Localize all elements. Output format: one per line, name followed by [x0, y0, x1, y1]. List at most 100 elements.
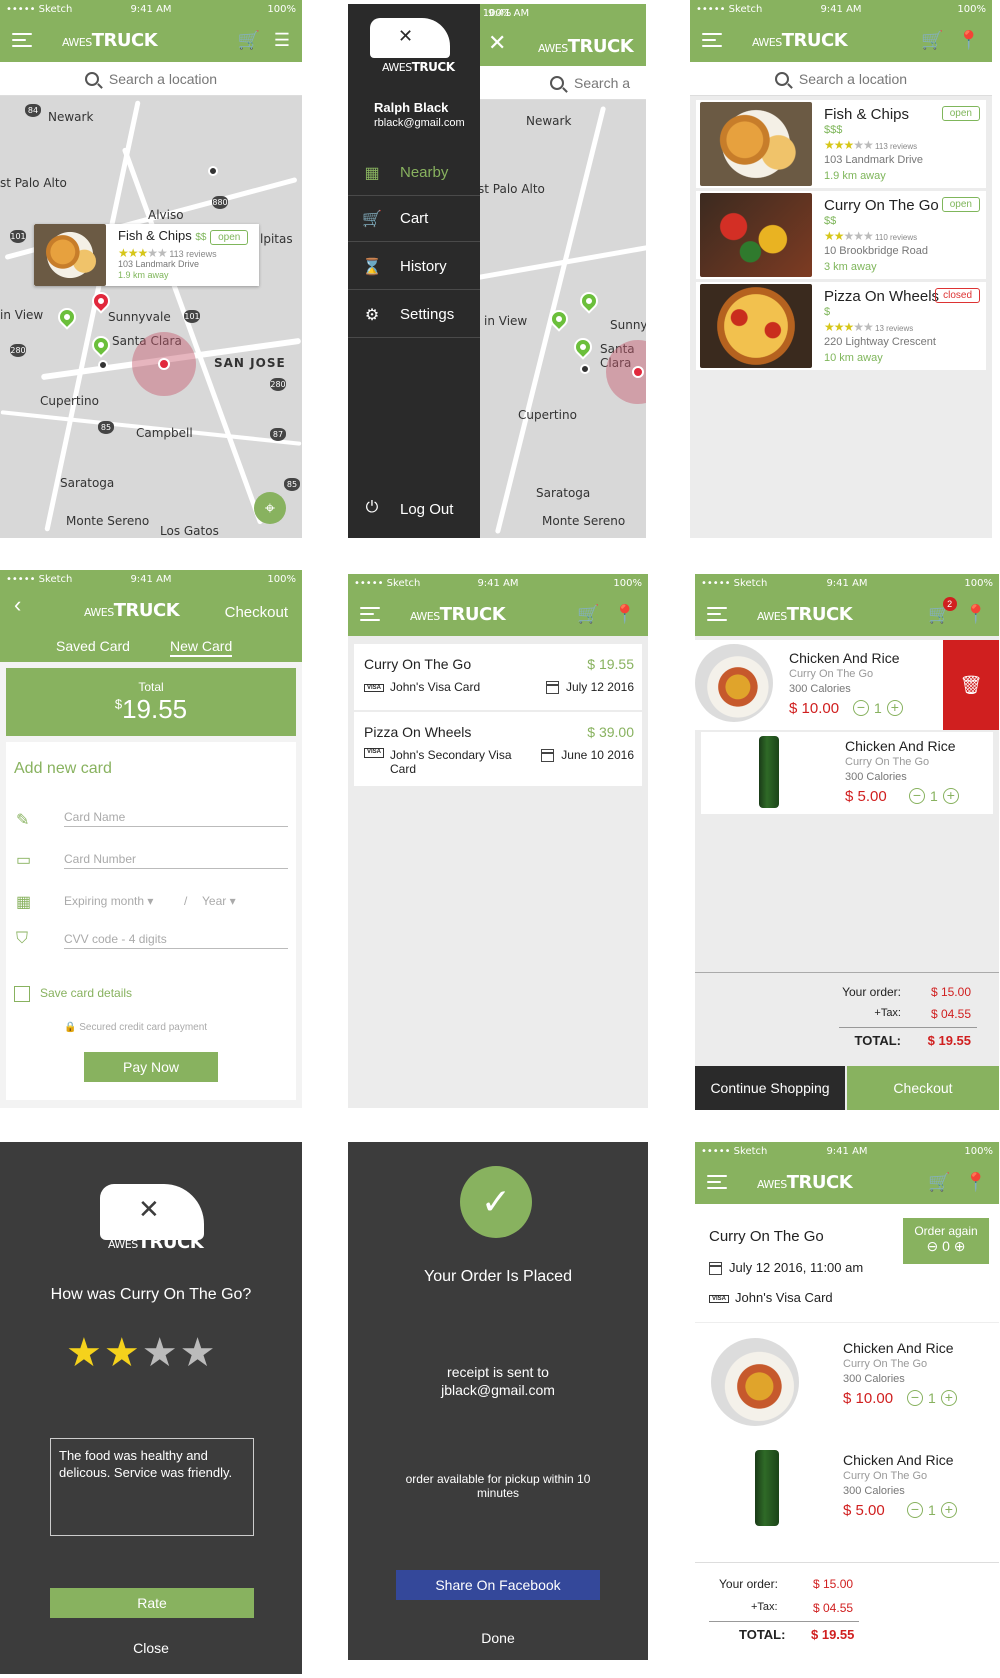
done-button[interactable]: Done	[348, 1630, 648, 1646]
list-view-icon[interactable]: ☰	[274, 31, 290, 49]
menu-item-nearby[interactable]: ▦ Nearby	[348, 150, 480, 196]
callout-address: 103 Landmark Drive	[118, 259, 200, 269]
visa-card-icon: VISA	[364, 683, 385, 692]
order-subtotal: $ 15.00	[930, 985, 971, 999]
order-amount: $ 39.00	[587, 724, 634, 740]
checkout-button[interactable]: Checkout	[847, 1066, 999, 1110]
map-callout[interactable]: Fish & Chips $$ open ★★★★★ 113 reviews 1…	[34, 224, 259, 286]
star-icon[interactable]: ★	[104, 1331, 142, 1375]
minus-icon[interactable]: −	[853, 700, 869, 716]
hamburger-menu-icon[interactable]	[707, 607, 727, 621]
order-label: Your order:	[842, 985, 901, 999]
review-textarea[interactable]: The food was healthy and delicous. Servi…	[50, 1438, 254, 1536]
tab-saved-card[interactable]: Saved Card	[56, 638, 130, 654]
search-input[interactable]: Search a location	[0, 62, 302, 96]
list-item[interactable]: Pizza On Wheels closed $ ★★★★★ 13 review…	[696, 282, 986, 370]
delete-button[interactable]: 🗑	[943, 640, 999, 730]
hamburger-menu-icon[interactable]	[12, 33, 32, 47]
minus-icon[interactable]: −	[907, 1502, 923, 1518]
minus-icon[interactable]: ⊖	[926, 1238, 938, 1254]
restaurant-thumbnail	[700, 193, 812, 277]
quantity-stepper[interactable]: −1 +	[907, 1390, 957, 1406]
app-logo: AWESTRUCK	[410, 603, 506, 625]
order-history-item[interactable]: Curry On The Go $ 19.55 VISA John's Visa …	[354, 644, 642, 710]
star-icon[interactable]: ★	[66, 1331, 104, 1375]
card-number-field[interactable]: Card Number	[64, 852, 288, 869]
expiry-year-select[interactable]: Year ▾	[202, 894, 236, 908]
minus-icon[interactable]: −	[907, 1390, 923, 1406]
quantity-stepper[interactable]: −1 +	[853, 700, 903, 716]
cart-item[interactable]: Chicken And Rice Curry On The Go 300 Cal…	[701, 732, 993, 814]
item-vendor: Curry On The Go	[845, 756, 930, 768]
order-vendor: Pizza On Wheels	[364, 724, 472, 740]
close-icon[interactable]: ✕	[488, 30, 506, 56]
card-name-icon: ✎	[16, 812, 30, 829]
hamburger-menu-icon[interactable]	[360, 607, 380, 621]
plus-icon[interactable]: +	[886, 700, 903, 716]
order-history-item[interactable]: Pizza On Wheels $ 39.00 VISA John's Secon…	[354, 712, 642, 786]
order-summary: Your order: $ 15.00 +Tax: $ 04.55 TOTAL:…	[695, 972, 999, 1068]
cart-icon[interactable]: 🛒	[577, 605, 599, 623]
minus-icon[interactable]: −	[909, 788, 925, 804]
receipt-line: receipt is sent to	[447, 1364, 549, 1380]
map-pin-icon[interactable]: 📍	[614, 605, 636, 623]
cart-icon[interactable]: 🛒	[928, 1173, 950, 1191]
tab-new-card[interactable]: New Card	[170, 638, 233, 657]
map-pin-icon[interactable]: 📍	[958, 31, 980, 49]
calendar-icon	[545, 681, 559, 695]
rating-stars: ★★★★★	[824, 320, 874, 334]
search-icon	[84, 71, 99, 86]
restaurant-name: Pizza On Wheels	[824, 288, 940, 305]
list-item[interactable]: Curry On The Go open $$ ★★★★★ 110 review…	[696, 191, 986, 279]
item-price: $ 10.00	[843, 1390, 894, 1407]
share-facebook-button[interactable]: Share On Facebook	[396, 1570, 600, 1600]
order-subtotal: $ 15.00	[813, 1577, 854, 1591]
success-check-icon[interactable]: ✓	[460, 1166, 532, 1238]
plus-icon[interactable]: +	[940, 1502, 957, 1518]
search-input[interactable]: Search a location	[690, 62, 992, 96]
back-icon[interactable]: ‹	[14, 592, 21, 618]
plus-icon[interactable]: ⊕	[954, 1238, 966, 1254]
nav-bar: AWESTRUCK 🛒 ☰	[0, 18, 302, 62]
quantity-stepper[interactable]: −1 +	[907, 1502, 957, 1518]
list-item[interactable]: Fish & Chips open $$$ ★★★★★ 113 reviews …	[696, 100, 986, 188]
menu-item-history[interactable]: ⌛ History	[348, 244, 480, 290]
rate-button[interactable]: Rate	[50, 1588, 254, 1618]
plus-icon[interactable]: +	[942, 788, 959, 804]
save-card-checkbox[interactable]	[14, 986, 30, 1002]
menu-item-cart[interactable]: 🛒 Cart	[348, 196, 480, 242]
hamburger-menu-icon[interactable]	[707, 1175, 727, 1189]
order-again-qty: 0	[942, 1238, 950, 1254]
map-pin-icon[interactable]: 📍	[965, 605, 987, 623]
rating-stars[interactable]: ★★★★	[66, 1330, 217, 1376]
search-input[interactable]: Search a	[468, 66, 646, 100]
cvv-field[interactable]: CVV code - 4 digits	[64, 932, 288, 949]
logout-button[interactable]: ⏻ Log Out	[348, 486, 480, 532]
status-badge: open	[941, 106, 980, 121]
map-pin[interactable]	[88, 332, 114, 358]
map-view[interactable]: Newark st Palo Alto Alviso lpitas in Vie…	[0, 96, 302, 538]
cart-icon[interactable]: 🛒	[921, 31, 943, 49]
quantity-stepper[interactable]: −1 +	[909, 788, 959, 804]
menu-item-settings[interactable]: ⚙ Settings	[348, 292, 480, 338]
trash-icon: 🗑	[959, 674, 983, 695]
plus-icon[interactable]: +	[940, 1390, 957, 1406]
expiry-month-select[interactable]: Expiring month ▾	[64, 894, 153, 908]
order-card: John's Visa Card	[735, 1290, 833, 1305]
pay-now-button[interactable]: Pay Now	[84, 1052, 218, 1082]
order-again-panel[interactable]: Order again ⊖ 0 ⊕	[903, 1218, 989, 1264]
order-card: John's Secondary Visa Card	[390, 748, 512, 776]
cart-icon[interactable]: 🛒	[237, 31, 259, 49]
continue-shopping-button[interactable]: Continue Shopping	[695, 1066, 845, 1110]
locate-me-button[interactable]: ⌖	[254, 492, 286, 524]
star-icon[interactable]: ★	[142, 1331, 180, 1375]
card-name-field[interactable]: Card Name	[64, 810, 288, 827]
map-pin[interactable]	[54, 304, 80, 330]
total-label: TOTAL:	[739, 1627, 786, 1642]
map-pin-icon[interactable]: 📍	[965, 1173, 987, 1191]
close-button[interactable]: Close	[0, 1640, 302, 1656]
cart-icon[interactable]: 🛒 2	[928, 597, 957, 623]
cart-item[interactable]: Chicken And Rice Curry On The Go 300 Cal…	[695, 640, 999, 730]
star-icon[interactable]: ★	[180, 1331, 218, 1375]
hamburger-menu-icon[interactable]	[702, 33, 722, 47]
